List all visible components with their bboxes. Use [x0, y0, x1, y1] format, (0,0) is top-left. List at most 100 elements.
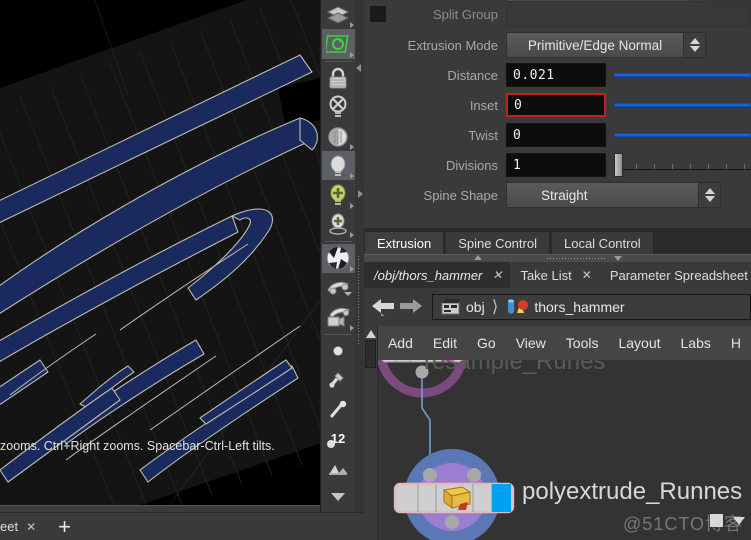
param-row-distance[interactable]: Distance 0.021	[364, 60, 751, 90]
network-scroll-gutter[interactable]	[364, 326, 378, 540]
param-row-extrusion-mode[interactable]: Extrusion Mode Primitive/Edge Normal	[364, 30, 751, 60]
bottom-tab-spreadsheet[interactable]: eet ✕	[0, 513, 42, 540]
close-icon[interactable]: ✕	[492, 268, 502, 282]
param-input-split-group[interactable]	[506, 1, 751, 27]
geometry-object-icon	[508, 299, 529, 314]
shadow-light-icon[interactable]	[322, 210, 355, 239]
param-menu-extrusion-mode[interactable]: Primitive/Edge Normal	[506, 32, 706, 58]
breadcrumb[interactable]: obj ⟩ thors_hammer	[364, 288, 751, 326]
shaded-material-icon[interactable]	[321, 243, 355, 274]
menu-add[interactable]: Add	[378, 335, 423, 351]
submenu-arrow-icon[interactable]	[349, 202, 354, 209]
tab-label: Take List	[520, 267, 572, 283]
pane-layout-icon[interactable]	[710, 514, 723, 527]
display-points-icon[interactable]	[322, 0, 355, 29]
menu-help[interactable]: H	[721, 335, 751, 351]
multi-snap-icon[interactable]: 12	[322, 424, 355, 453]
tab-parameter-spreadsheet[interactable]: Parameter Spreadsheet ✕	[600, 262, 751, 288]
scene-light-icon[interactable]	[321, 151, 355, 181]
headlight-icon[interactable]	[322, 122, 355, 151]
bottom-right-controls[interactable]	[710, 514, 745, 527]
no-light-icon[interactable]	[322, 93, 355, 122]
menu-view[interactable]: View	[506, 335, 556, 351]
viewport-display-toolbar[interactable]: 12	[320, 0, 355, 512]
submenu-arrow-icon[interactable]	[349, 51, 354, 58]
viewport-bottom-scrollbar[interactable]	[0, 505, 320, 512]
divider-grip[interactable]	[546, 257, 606, 260]
stepper-icon[interactable]	[698, 183, 720, 207]
parameter-subtab-bar[interactable]: Extrusion Spine Control Local Control	[364, 230, 751, 254]
submenu-arrow-icon[interactable]	[349, 231, 354, 238]
splitter-grip[interactable]	[357, 255, 362, 344]
chevron-down-icon[interactable]	[733, 516, 745, 525]
nav-back-icon[interactable]	[370, 296, 396, 318]
crumb-obj[interactable]: obj	[441, 299, 485, 315]
tab-spine-control[interactable]: Spine Control	[445, 231, 550, 254]
splitter-collapse-right-icon[interactable]	[358, 190, 363, 198]
param-row-divisions[interactable]: Divisions 1	[364, 150, 751, 180]
param-label-inset: Inset	[469, 97, 498, 113]
menu-layout[interactable]: Layout	[608, 335, 670, 351]
split-group-checkbox[interactable]	[370, 6, 386, 22]
stepper-icon[interactable]	[683, 33, 705, 57]
select-mode-icon[interactable]	[321, 29, 355, 59]
breadcrumb-path[interactable]: obj ⟩ thors_hammer	[432, 294, 751, 320]
add-tab-icon[interactable]: +	[58, 515, 71, 538]
param-row-inset[interactable]: Inset 0	[364, 90, 751, 120]
lock-icon[interactable]	[322, 63, 355, 92]
menu-go[interactable]: Go	[467, 335, 506, 351]
close-icon[interactable]: ✕	[582, 268, 592, 282]
splitter-collapse-left-icon[interactable]	[356, 64, 361, 72]
param-input-distance[interactable]: 0.021	[506, 63, 606, 87]
close-icon[interactable]: ✕	[26, 520, 36, 534]
tab-local-control[interactable]: Local Control	[550, 231, 654, 254]
grid-snap-icon[interactable]	[322, 366, 355, 395]
viewport-3d[interactable]: zooms. Ctrl+Right zooms. Spacebar-Ctrl-L…	[0, 0, 320, 505]
divider-up-icon[interactable]	[474, 255, 482, 260]
toolbar-more-icon[interactable]	[322, 483, 355, 512]
submenu-arrow-icon[interactable]	[349, 266, 354, 273]
crumb-thors-hammer[interactable]: thors_hammer	[505, 298, 625, 316]
tab-take-list[interactable]: Take List ✕	[510, 262, 599, 288]
primitive-snap-icon[interactable]	[322, 395, 355, 424]
param-row-split-group[interactable]: Split Group	[364, 0, 751, 30]
submenu-arrow-icon[interactable]	[343, 292, 352, 299]
param-label-distance: Distance	[447, 67, 498, 83]
scroll-thumb[interactable]	[365, 340, 376, 368]
param-input-twist[interactable]: 0	[506, 123, 606, 147]
bottom-tab-bar[interactable]: eet ✕ +	[0, 512, 364, 540]
menu-edit[interactable]: Edit	[423, 335, 467, 351]
tab-obj-thors-hammer[interactable]: /obj/thors_hammer ✕	[364, 262, 511, 288]
nav-forward-icon[interactable]	[398, 296, 424, 318]
tab-extrusion[interactable]: Extrusion	[364, 231, 445, 254]
network-editor-menubar[interactable]: Add Edit Go View Tools Layout Labs H	[364, 326, 751, 360]
camera-lock-icon[interactable]	[322, 302, 355, 331]
high-quality-light-icon[interactable]	[322, 180, 355, 209]
pane-tab-bar[interactable]: /obj/thors_hammer ✕ Take List ✕ Paramete…	[364, 262, 751, 288]
menu-tools[interactable]: Tools	[556, 335, 609, 351]
param-value-extrusion-mode: Primitive/Edge Normal	[527, 37, 663, 53]
pane-divider-horizontal[interactable]	[364, 254, 751, 262]
network-editor[interactable]: resample_Runes polyextrude_Runnes @51CTO…	[364, 360, 751, 540]
submenu-arrow-icon[interactable]	[349, 144, 354, 151]
scroll-up-icon[interactable]	[366, 330, 376, 338]
pane-splitter-vertical[interactable]	[355, 0, 364, 540]
param-value-spine-shape: Straight	[541, 187, 588, 203]
param-slider-inset[interactable]	[614, 93, 751, 117]
construction-plane-icon[interactable]	[322, 453, 355, 482]
param-input-divisions[interactable]: 1	[506, 153, 606, 177]
param-row-spine-shape[interactable]: Spine Shape Straight	[364, 180, 751, 210]
param-menu-spine-shape[interactable]: Straight	[506, 182, 721, 208]
point-snap-icon[interactable]	[322, 336, 355, 365]
param-slider-twist[interactable]	[614, 123, 751, 147]
submenu-arrow-icon[interactable]	[349, 173, 354, 180]
param-row-twist[interactable]: Twist 0	[364, 120, 751, 150]
submenu-arrow-icon[interactable]	[349, 324, 354, 331]
submenu-arrow-icon[interactable]	[349, 22, 354, 29]
param-slider-distance[interactable]	[614, 63, 751, 87]
param-ladder-divisions[interactable]	[614, 153, 751, 177]
toolbar-divider	[324, 240, 352, 242]
current-camera-icon[interactable]	[322, 273, 355, 302]
menu-labs[interactable]: Labs	[671, 335, 721, 351]
param-input-inset[interactable]: 0	[506, 93, 606, 117]
